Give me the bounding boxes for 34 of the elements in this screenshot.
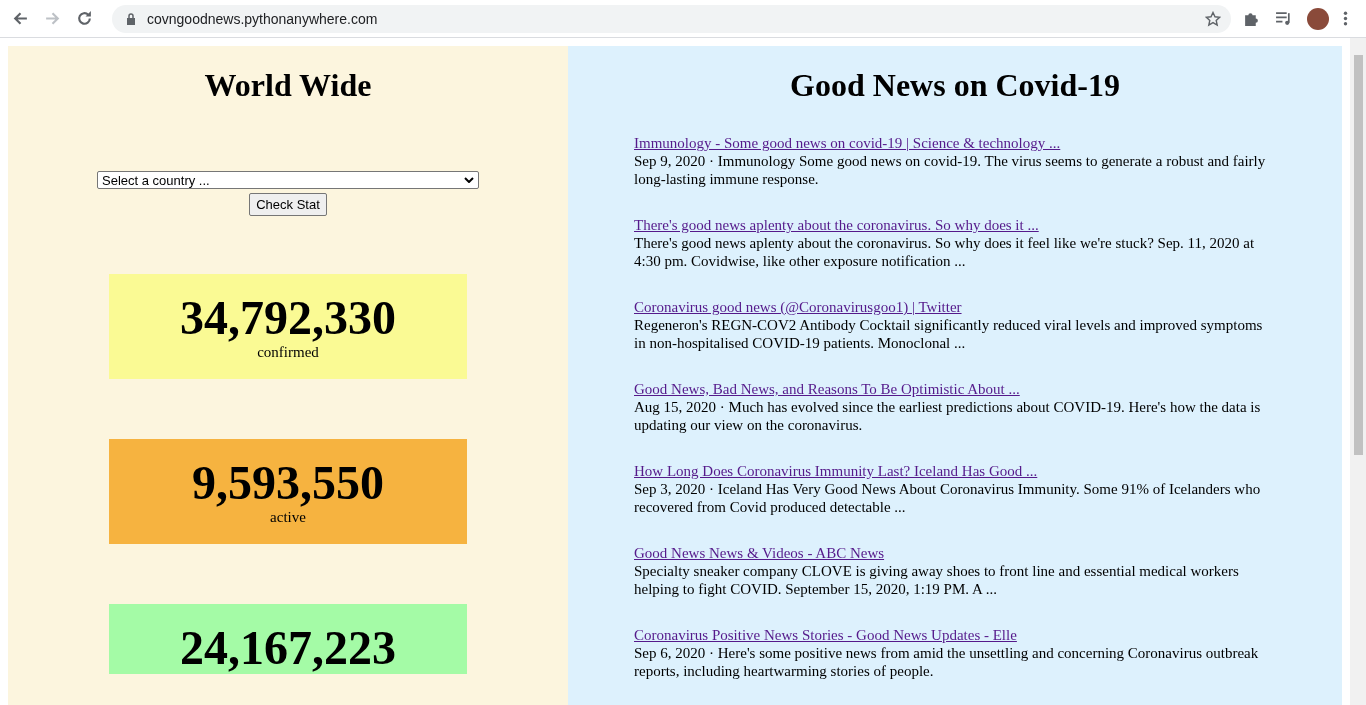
back-icon[interactable] <box>12 10 29 27</box>
country-select[interactable]: Select a country ... <box>97 171 479 189</box>
news-link[interactable]: Coronavirus good news (@Coronavirusgoo1) | Twitter <box>634 298 962 316</box>
check-stat-button[interactable]: Check Stat <box>249 193 327 216</box>
news-snippet: Aug 15, 2020 · Much has evolved since the earliest predictions about COVID-19. Here's how the data is updating our view on the coronavirus. <box>634 398 1262 434</box>
reload-icon[interactable] <box>76 10 93 27</box>
playlist-icon[interactable] <box>1275 10 1292 27</box>
news-link[interactable]: There's good news aplenty about the coronavirus. So why does it ... <box>634 216 1039 234</box>
news-snippet: Sep 9, 2020 · Immunology Some good news on covid-19. The virus seems to generate a robust and fairly long-lasting immune response. <box>634 152 1267 188</box>
news-link[interactable]: Coronavirus Positive News Stories - Good News Updates - Elle <box>634 626 1017 644</box>
news-snippet: Regeneron's REGN-COV2 Antibody Cocktail significantly reduced viral levels and improved symptoms in non-hospitalised COVID-19 patients. Monoclonal ... <box>634 316 1264 352</box>
chevron-down-icon <box>464 177 474 183</box>
url-text: covngoodnews.pythonanywhere.com <box>147 10 379 27</box>
news-snippet: There's good news aplenty about the coronavirus. So why does it feel like we're stuck? Sep. 11, 2020 at 4:30 pm. Covidwise, like other exposure notification ... <box>634 234 1256 270</box>
news-snippet: Sep 6, 2020 · Here's some positive news from amid the unsettling and concerning Coronavirus outbreak reports, including heartwarming stories of people. <box>634 644 1260 680</box>
news-link[interactable]: Good News News & Videos - ABC News <box>634 544 885 562</box>
stat-number: 9,593,550 <box>192 457 384 509</box>
section-title: Good News on Covid-19 <box>789 67 1121 104</box>
star-icon[interactable] <box>1205 10 1221 27</box>
news-snippet: Sep 3, 2020 · Iceland Has Very Good News About Coronavirus Immunity. Some 91% of Icelanders who recovered from Covid produced detectable ... <box>634 480 1262 516</box>
address-bar[interactable]: covngoodnews.pythonanywhere.com <box>112 4 1231 33</box>
stat-number: 24,167,223 <box>180 622 396 674</box>
stat-number: 34,792,330 <box>180 292 396 344</box>
stat-label: active <box>270 509 306 526</box>
stat-label: confirmed <box>257 344 319 361</box>
news-link[interactable]: How Long Does Coronavirus Immunity Last? Iceland Has Good ... <box>634 462 1038 480</box>
section-title: World Wide <box>204 67 372 104</box>
puzzle-icon[interactable] <box>1243 10 1260 27</box>
menu-icon[interactable] <box>1343 10 1348 27</box>
lock-icon <box>126 12 136 25</box>
news-snippet: Specialty sneaker company CLOVE is giving away shoes to front line and essential medical workers helping to fight COVID. September 15, 2020, 1:19 PM. A ... <box>634 562 1240 598</box>
news-link[interactable]: Immunology - Some good news on covid-19 | Science & technology ... <box>634 134 1061 152</box>
avatar[interactable] <box>1307 7 1329 30</box>
news-link[interactable]: Good News, Bad News, and Reasons To Be Optimistic About ... <box>634 380 1020 398</box>
